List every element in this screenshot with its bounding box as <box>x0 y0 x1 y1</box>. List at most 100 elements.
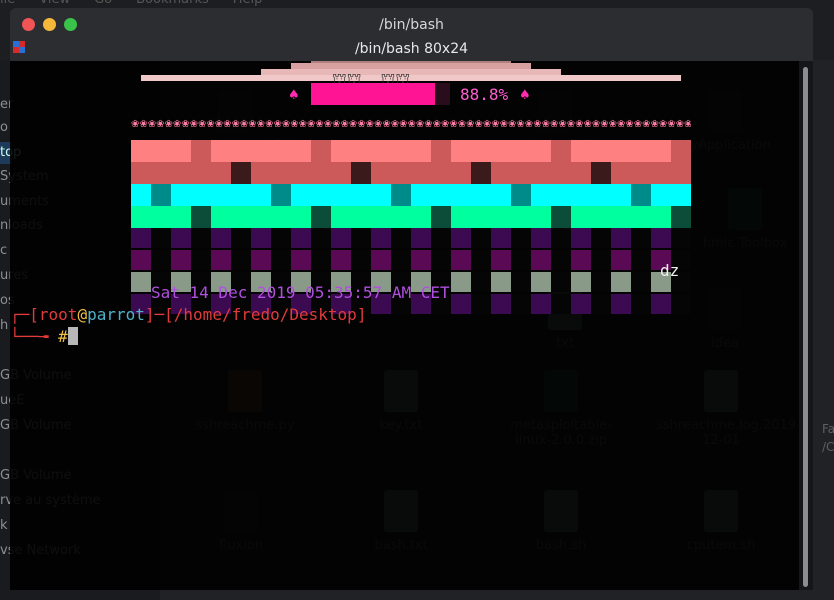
color-block <box>211 162 231 184</box>
color-block <box>391 162 411 184</box>
color-block <box>331 184 351 206</box>
color-block <box>291 184 311 206</box>
color-block <box>511 162 531 184</box>
color-block <box>131 228 151 248</box>
color-block <box>271 206 291 228</box>
background-sidebar-item: o <box>0 120 8 135</box>
color-block <box>151 250 171 270</box>
color-block <box>611 250 631 270</box>
color-block <box>471 272 491 292</box>
color-block <box>411 162 431 184</box>
tab-title[interactable]: /bin/bash 80x24 <box>10 41 813 57</box>
color-block <box>611 294 631 314</box>
color-block <box>451 162 471 184</box>
background-sidebar-item: h <box>0 318 9 333</box>
color-block <box>351 140 371 162</box>
background-menu-item: Bookmarks <box>136 0 209 7</box>
color-block <box>211 184 231 206</box>
color-block <box>551 140 571 162</box>
title-bar[interactable]: /bin/bash /bin/bash 80x24 <box>10 8 813 61</box>
color-block <box>231 206 251 228</box>
scrollbar[interactable] <box>799 61 813 590</box>
dz-label: dz <box>660 261 680 280</box>
color-block <box>631 294 651 314</box>
color-block <box>191 140 211 162</box>
color-block <box>371 184 391 206</box>
color-block <box>451 140 471 162</box>
color-block <box>511 140 531 162</box>
color-block <box>151 184 171 206</box>
color-block <box>631 206 651 228</box>
scrollbar-thumb[interactable] <box>803 67 808 587</box>
color-block <box>331 250 351 270</box>
color-block <box>491 162 511 184</box>
color-block <box>351 250 371 270</box>
color-block <box>231 184 251 206</box>
color-block <box>171 184 191 206</box>
color-block <box>531 228 551 248</box>
background-edge-text: Fa /C <box>822 422 834 454</box>
color-block <box>631 140 651 162</box>
color-block <box>271 162 291 184</box>
color-block <box>591 250 611 270</box>
color-block <box>571 184 591 206</box>
color-block <box>251 228 271 248</box>
color-block <box>391 184 411 206</box>
color-block <box>191 184 211 206</box>
color-block <box>311 206 331 228</box>
color-block <box>551 272 571 292</box>
prompt-line-2[interactable]: └──╼ # <box>10 327 78 346</box>
color-block <box>631 250 651 270</box>
color-block <box>171 228 191 248</box>
color-block <box>531 140 551 162</box>
color-block <box>171 162 191 184</box>
color-block <box>371 228 391 248</box>
terminal-output[interactable]: ⛫⛫ ⛫⛫ ♠ 88.8% ♠ ❀❀❀❀❀❀❀❀❀❀❀❀❀❀❀❀❀❀❀❀❀❀❀❀… <box>10 61 813 590</box>
color-block <box>351 162 371 184</box>
color-block <box>451 250 471 270</box>
color-block <box>551 184 571 206</box>
background-sidebar-item: k <box>0 518 8 533</box>
color-block <box>491 206 511 228</box>
color-block <box>271 228 291 248</box>
color-block <box>651 294 671 314</box>
battery-percent: 88.8% <box>460 85 509 104</box>
color-block <box>531 162 551 184</box>
color-block <box>491 250 511 270</box>
color-block <box>311 140 331 162</box>
color-block <box>391 140 411 162</box>
color-block <box>251 140 271 162</box>
color-block <box>451 272 471 292</box>
color-block <box>611 228 631 248</box>
color-block <box>271 140 291 162</box>
color-block <box>291 206 311 228</box>
color-block <box>551 206 571 228</box>
background-menu-item: View <box>39 0 70 7</box>
color-block <box>371 162 391 184</box>
color-block <box>431 184 451 206</box>
color-block <box>171 140 191 162</box>
color-block <box>411 206 431 228</box>
prompt-user: root <box>38 305 78 324</box>
arch-step <box>291 63 531 69</box>
color-block <box>251 206 271 228</box>
color-block <box>571 162 591 184</box>
color-block <box>531 272 551 292</box>
color-block <box>171 250 191 270</box>
color-block <box>651 162 671 184</box>
color-block <box>411 228 431 248</box>
color-block <box>431 206 451 228</box>
color-block <box>451 228 471 248</box>
color-block <box>131 250 151 270</box>
color-block <box>671 162 691 184</box>
terminal-window[interactable]: /bin/bash /bin/bash 80x24 ⛫⛫ ⛫⛫ ♠ 88.8% … <box>10 8 813 590</box>
color-block <box>651 228 671 248</box>
battery-bar-tip <box>431 83 435 105</box>
color-block <box>571 250 591 270</box>
color-block <box>151 228 171 248</box>
color-block <box>631 184 651 206</box>
color-block <box>591 140 611 162</box>
color-block <box>471 140 491 162</box>
color-block <box>551 294 571 314</box>
color-block <box>511 250 531 270</box>
